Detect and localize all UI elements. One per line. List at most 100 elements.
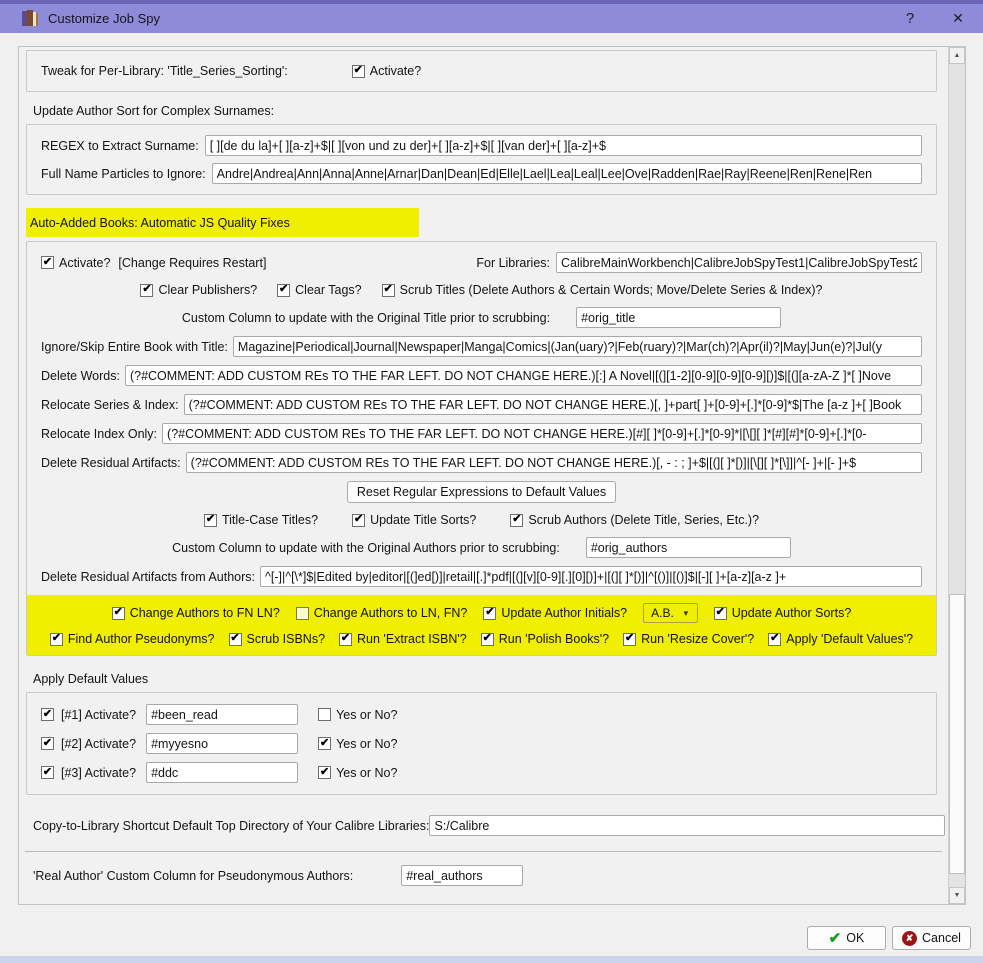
check-icon: ✔ xyxy=(319,736,330,749)
checkbox-default3-activate[interactable]: ✔ xyxy=(41,766,54,779)
residual-authors-label: Delete Residual Artifacts from Authors: xyxy=(41,569,255,584)
scroll-up-icon[interactable]: ▲ xyxy=(949,47,965,64)
help-button[interactable]: ? xyxy=(895,10,925,27)
checkbox-scrub-isbns[interactable]: ✔ xyxy=(228,632,242,646)
check-icon: ✔ xyxy=(485,606,495,618)
check-icon: ✔ xyxy=(279,283,289,295)
find-pseudonyms-label: Find Author Pseudonyms? xyxy=(67,632,215,646)
check-icon: ✔ xyxy=(512,513,522,525)
for-libraries-input[interactable] xyxy=(556,252,922,273)
app-books-icon xyxy=(22,10,39,27)
check-icon: ✔ xyxy=(42,765,53,778)
fn-ln-label: Change Authors to FN LN? xyxy=(129,606,280,620)
checkbox-update-initials[interactable]: ✔ xyxy=(483,606,497,620)
auto-added-books-group: ✔ Activate? [Change Requires Restart] Fo… xyxy=(26,241,937,656)
tweak-activate-label: Activate? xyxy=(369,64,422,78)
checkbox-clear-tags[interactable]: ✔ xyxy=(277,283,291,297)
delete-residual-input[interactable] xyxy=(185,452,922,473)
checkbox-default2-yesno[interactable]: ✔ xyxy=(318,736,332,750)
chevron-down-icon: ▼ xyxy=(681,608,690,618)
author-sort-group: REGEX to Extract Surname: Full Name Part… xyxy=(26,124,937,195)
default3-column-input[interactable] xyxy=(146,762,299,783)
check-icon: ✔ xyxy=(230,632,240,644)
checkbox-run-extract-isbn[interactable]: ✔ xyxy=(339,632,353,646)
checkbox-tweak-activate[interactable]: ✔ xyxy=(351,64,365,78)
relocate-index-input[interactable] xyxy=(162,423,922,444)
section-divider xyxy=(25,851,942,852)
checkbox-ln-fn[interactable] xyxy=(295,606,309,620)
checkbox-auto-activate[interactable]: ✔ xyxy=(41,256,54,269)
ignore-title-input[interactable] xyxy=(232,336,922,357)
checkbox-default1-yesno[interactable] xyxy=(318,708,332,721)
default3-label: [#3] Activate? xyxy=(61,765,137,780)
default2-label: [#2] Activate? xyxy=(61,736,137,751)
checkbox-find-pseudonyms[interactable]: ✔ xyxy=(49,632,63,646)
checkbox-title-case[interactable]: ✔ xyxy=(203,513,217,527)
title-case-label: Title-Case Titles? xyxy=(221,513,319,527)
for-libraries-label: For Libraries: xyxy=(476,255,550,270)
relocate-index-label: Relocate Index Only: xyxy=(41,426,158,441)
orig-title-input[interactable] xyxy=(576,307,782,328)
checkbox-clear-publishers[interactable]: ✔ xyxy=(140,283,154,297)
default1-label: [#1] Activate? xyxy=(61,707,137,722)
cancel-button[interactable]: ✘ Cancel xyxy=(892,926,971,950)
vertical-scrollbar[interactable]: ▲ ▼ xyxy=(948,47,965,904)
checkbox-scrub-authors[interactable]: ✔ xyxy=(510,513,524,527)
settings-scroll-area: Tweak for Per-Library: 'Title_Series_Sor… xyxy=(18,46,966,905)
checkbox-update-title-sorts[interactable]: ✔ xyxy=(352,513,366,527)
residual-authors-input[interactable] xyxy=(259,566,922,587)
dialog-footer: ✔ OK ✘ Cancel xyxy=(0,926,983,956)
restart-note: [Change Requires Restart] xyxy=(118,255,267,270)
update-author-sorts-label: Update Author Sorts? xyxy=(731,606,852,620)
clear-tags-label: Clear Tags? xyxy=(295,283,362,297)
close-button[interactable]: ✕ xyxy=(943,10,973,27)
check-icon: ✔ xyxy=(42,255,53,268)
check-icon: ✔ xyxy=(770,632,780,644)
default2-column-input[interactable] xyxy=(146,733,299,754)
check-icon: ✔ xyxy=(353,513,364,525)
default3-yesno-label: Yes or No? xyxy=(336,765,398,780)
scrollbar-thumb[interactable] xyxy=(949,594,965,874)
checkbox-update-author-sorts[interactable]: ✔ xyxy=(713,606,727,620)
checkbox-default3-yesno[interactable]: ✔ xyxy=(318,765,332,779)
check-icon: ✔ xyxy=(142,283,152,295)
run-resize-label: Run 'Resize Cover'? xyxy=(641,632,755,646)
scrub-authors-label: Scrub Authors (Delete Title, Series, Etc… xyxy=(528,513,760,527)
auto-added-books-heading: Auto-Added Books: Automatic JS Quality F… xyxy=(26,208,419,237)
copy-to-library-input[interactable] xyxy=(429,815,945,836)
initials-style-dropdown[interactable]: A.B. ▼ xyxy=(643,603,698,623)
cancel-button-label: Cancel xyxy=(922,931,961,945)
name-particles-input[interactable] xyxy=(211,163,922,184)
checkbox-run-resize[interactable]: ✔ xyxy=(623,632,637,646)
check-icon: ✔ xyxy=(625,632,635,644)
check-icon: ✔ xyxy=(319,765,330,778)
real-author-input[interactable] xyxy=(401,865,524,886)
orig-authors-label: Custom Column to update with the Origina… xyxy=(172,540,560,555)
regex-surname-input[interactable] xyxy=(204,135,922,156)
check-icon: ✔ xyxy=(353,64,363,76)
ok-button-label: OK xyxy=(846,931,865,945)
checkbox-default1-activate[interactable]: ✔ xyxy=(41,708,54,721)
scrub-titles-label: Scrub Titles (Delete Authors & Certain W… xyxy=(399,283,823,297)
check-icon: ✔ xyxy=(383,283,393,295)
check-icon: ✔ xyxy=(42,707,53,720)
scrub-isbns-label: Scrub ISBNs? xyxy=(246,632,326,646)
reset-regex-button[interactable]: Reset Regular Expressions to Default Val… xyxy=(346,481,617,503)
ln-fn-label: Change Authors to LN, FN? xyxy=(313,606,468,620)
checkbox-scrub-titles[interactable]: ✔ xyxy=(381,283,395,297)
default1-column-input[interactable] xyxy=(146,704,299,725)
run-polish-label: Run 'Polish Books'? xyxy=(498,632,610,646)
delete-words-input[interactable] xyxy=(124,365,922,386)
checkbox-run-polish[interactable]: ✔ xyxy=(480,632,494,646)
ok-button[interactable]: ✔ OK xyxy=(807,926,886,950)
checkbox-fn-ln[interactable]: ✔ xyxy=(111,606,125,620)
orig-authors-input[interactable] xyxy=(585,537,791,558)
titlebar[interactable]: Customize Job Spy ? ✕ xyxy=(0,4,983,33)
checkbox-default2-activate[interactable]: ✔ xyxy=(41,737,54,750)
checkbox-apply-defaults[interactable]: ✔ xyxy=(768,632,782,646)
check-icon: ✔ xyxy=(205,513,216,525)
relocate-series-input[interactable] xyxy=(183,394,922,415)
scroll-down-icon[interactable]: ▼ xyxy=(949,887,965,904)
check-icon: ✔ xyxy=(482,632,492,644)
check-icon: ✔ xyxy=(51,632,61,644)
